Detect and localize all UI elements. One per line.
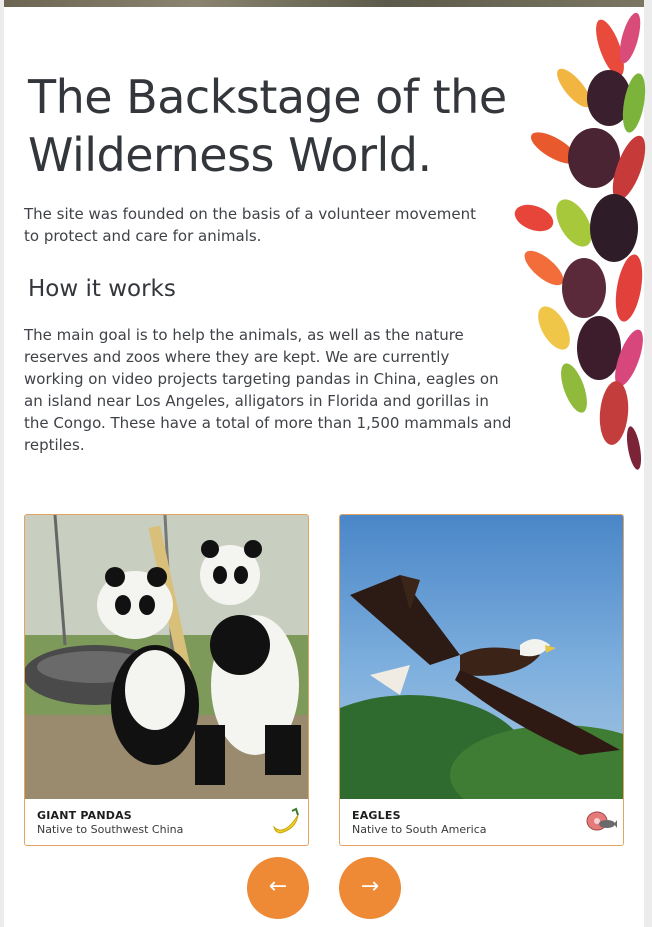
card-title: GIANT PANDAS — [37, 809, 132, 822]
card-title: EAGLES — [352, 809, 401, 822]
card-origin: Native to South America — [352, 823, 487, 836]
banana-icon — [273, 807, 299, 834]
carousel-next-button[interactable]: → — [339, 857, 401, 919]
carousel-prev-button[interactable]: ← — [247, 857, 309, 919]
left-edge — [0, 0, 4, 927]
animal-card-eagles[interactable]: EAGLES Native to South America — [339, 514, 624, 846]
how-it-works-heading: How it works — [28, 276, 176, 302]
animal-card-pandas[interactable]: GIANT PANDAS Native to Southwest China — [24, 514, 309, 846]
eagle-photo — [340, 515, 623, 799]
meat-fish-icon — [586, 811, 617, 831]
panda-photo — [25, 515, 308, 799]
top-image-strip — [4, 0, 644, 7]
decorative-leaves-image — [514, 12, 646, 470]
intro-text: The site was founded on the basis of a v… — [24, 205, 477, 245]
how-it-works-text: The main goal is to help the animals, as… — [24, 326, 512, 454]
page-title: The Backstage of the Wilderness World. — [28, 70, 507, 182]
card-origin: Native to Southwest China — [37, 823, 184, 836]
